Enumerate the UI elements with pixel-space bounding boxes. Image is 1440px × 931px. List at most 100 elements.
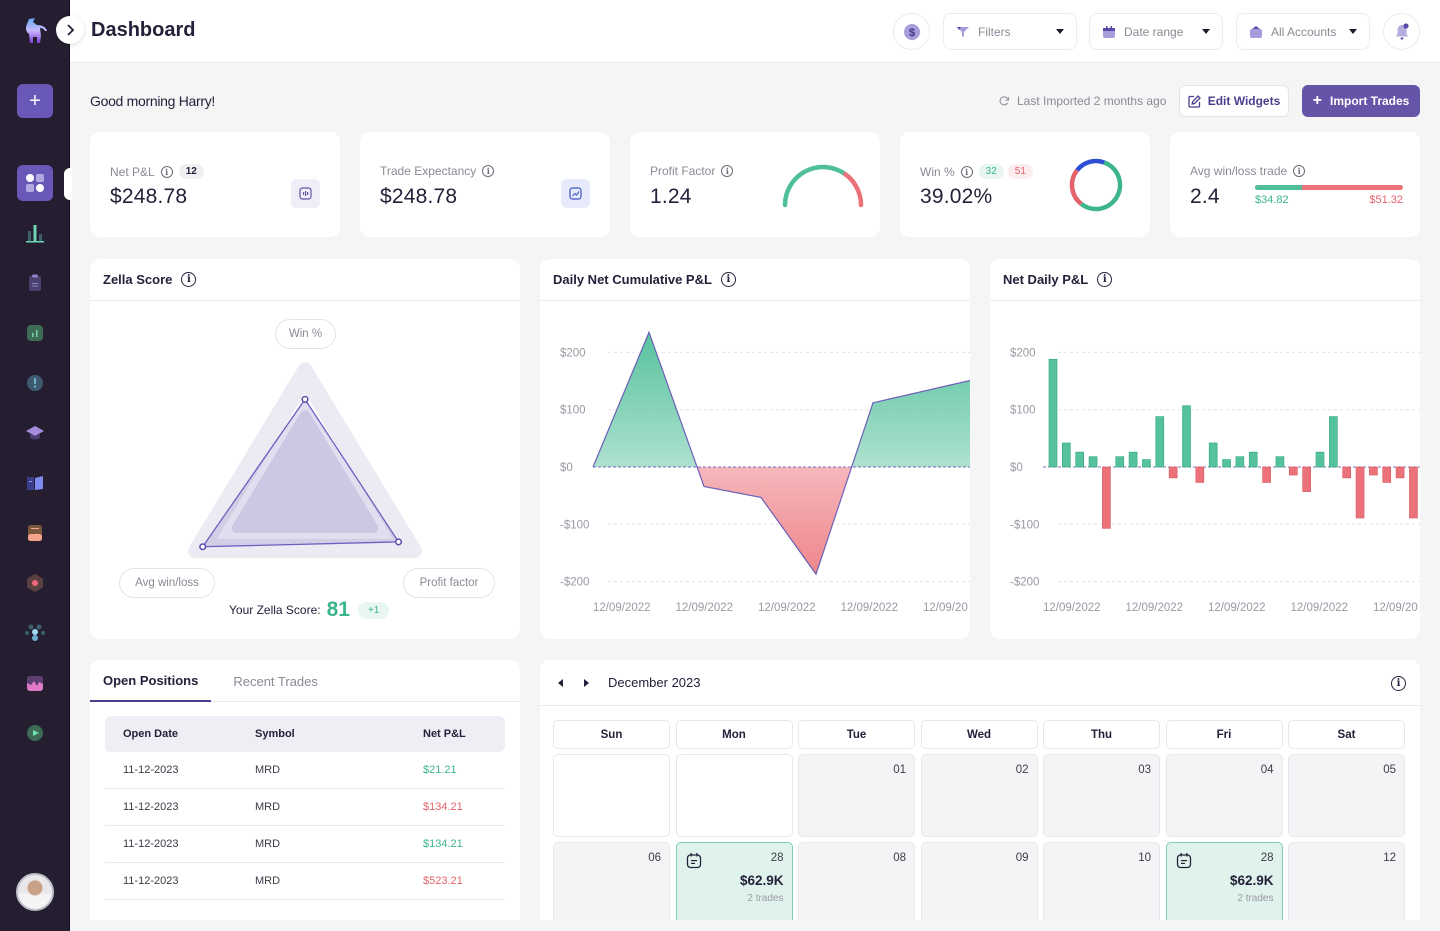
grid-icon <box>26 174 44 192</box>
currency-button[interactable]: $ <box>893 13 930 50</box>
y-tick-label: -$100 <box>560 519 589 531</box>
table-row[interactable]: 11-12-2023 MRD $134.21 <box>105 826 505 863</box>
column-symbol[interactable]: Symbol <box>255 728 405 740</box>
bar-4[interactable] <box>1102 466 1111 529</box>
bar-19[interactable] <box>1302 466 1311 492</box>
sidebar-item-dashboard[interactable] <box>17 165 53 201</box>
bar-11[interactable] <box>1195 466 1205 483</box>
sidebar-item-university[interactable] <box>17 415 53 451</box>
bar-9[interactable] <box>1168 466 1178 479</box>
bar-12[interactable] <box>1208 442 1218 468</box>
bar-27[interactable] <box>1409 466 1418 519</box>
prev-month-button[interactable] <box>558 678 563 687</box>
cell-net-pnl: $134.21 <box>423 801 463 813</box>
sidebar-item-journal[interactable] <box>17 265 53 301</box>
bar-25[interactable] <box>1382 466 1392 483</box>
journal-note-icon[interactable] <box>686 852 702 869</box>
calendar-day[interactable]: 03 <box>1043 754 1160 837</box>
y-tick-label: $100 <box>1010 405 1036 417</box>
info-icon[interactable]: i <box>721 165 734 177</box>
chart-square-icon <box>27 325 43 341</box>
calendar-day[interactable]: 06 <box>553 842 670 920</box>
bar-17[interactable] <box>1275 456 1285 468</box>
info-icon[interactable]: i <box>1293 165 1306 177</box>
calendar-day[interactable]: 04 <box>1165 754 1283 837</box>
column-net-pnl[interactable]: Net P&L <box>405 728 505 740</box>
calendar-day[interactable]: 05 <box>1288 754 1405 837</box>
bar-22[interactable] <box>1342 466 1352 479</box>
table-header: Open Date Symbol Net P&L <box>105 716 505 752</box>
sidebar-item-backtesting[interactable] <box>17 665 53 701</box>
info-icon[interactable]: i <box>181 272 197 287</box>
cell-open-date: 11-12-2023 <box>123 838 179 850</box>
bar-16[interactable] <box>1262 466 1271 483</box>
bar-26[interactable] <box>1395 466 1405 479</box>
bar-14[interactable] <box>1235 456 1245 468</box>
bar-2[interactable] <box>1075 451 1084 468</box>
bar-7[interactable] <box>1142 459 1151 468</box>
calendar-day-with-trades[interactable]: 28 $62.9K 2 trades <box>675 842 793 920</box>
calendar-day[interactable]: 08 <box>798 842 915 920</box>
bar-5[interactable] <box>1115 456 1125 468</box>
table-row[interactable]: 11-12-2023 MRD $134.21 <box>105 789 505 826</box>
column-open-date[interactable]: Open Date <box>105 728 255 740</box>
weekday-header: Fri <box>1165 720 1283 749</box>
sidebar-item-community[interactable] <box>17 615 53 651</box>
date-range-dropdown[interactable]: Date range <box>1089 13 1223 50</box>
bar-6[interactable] <box>1128 451 1138 468</box>
x-tick-label: 12/09/2022 <box>1126 602 1184 614</box>
table-row[interactable]: 11-12-2023 MRD $523.21 <box>105 863 505 900</box>
next-month-button[interactable] <box>584 678 589 687</box>
table-row[interactable]: 11-12-2023 MRD $21.21 <box>105 752 505 789</box>
import-trades-label: Import Trades <box>1329 94 1410 108</box>
app-logo[interactable] <box>20 16 50 46</box>
tab-open-positions[interactable]: Open Positions <box>90 660 212 702</box>
calendar-grid: Sun Mon Tue Wed Thu Fri Sat 01 02 03 04 05 06 28 $62.9… <box>553 720 1405 920</box>
profit-factor-label-row: Profit Factor i <box>650 164 734 178</box>
sidebar-item-record[interactable] <box>17 565 53 601</box>
bar-3[interactable] <box>1088 456 1098 468</box>
bar-24[interactable] <box>1369 466 1378 476</box>
bar-0[interactable] <box>1048 358 1058 468</box>
bar-18[interactable] <box>1288 466 1298 476</box>
cell-symbol: MRD <box>255 875 281 887</box>
bar-20[interactable] <box>1315 451 1325 468</box>
calendar-day-with-trades[interactable]: 28 $62.9K 2 trades <box>1165 842 1283 920</box>
sidebar: + <box>0 0 72 931</box>
info-icon[interactable]: i <box>960 165 973 178</box>
avg-win-loss-label: Avg win/loss trade <box>1190 164 1288 178</box>
edit-widgets-button[interactable]: Edit Widgets <box>1179 85 1289 117</box>
filters-dropdown[interactable]: Filters <box>943 13 1077 50</box>
import-trades-button[interactable]: + Import Trades <box>1302 85 1420 117</box>
trade-expectancy-icon-box <box>561 179 590 208</box>
notifications-button[interactable] <box>1383 13 1420 50</box>
sidebar-item-playbook[interactable] <box>17 465 53 501</box>
sidebar-item-reports[interactable] <box>17 215 53 251</box>
user-avatar[interactable] <box>16 873 54 911</box>
calendar-day[interactable]: 10 <box>1043 842 1160 920</box>
bar-10[interactable] <box>1182 405 1191 468</box>
journal-note-icon[interactable] <box>1176 852 1192 869</box>
sidebar-item-mentor[interactable] <box>17 715 53 751</box>
sidebar-toggle-button[interactable] <box>56 16 84 44</box>
bar-15[interactable] <box>1248 451 1258 468</box>
bar-23[interactable] <box>1355 466 1365 519</box>
add-trade-button[interactable]: + <box>17 84 53 118</box>
bar-1[interactable] <box>1062 442 1071 468</box>
info-icon[interactable]: i <box>1391 676 1406 691</box>
calendar-day[interactable]: 09 <box>920 842 1038 920</box>
info-icon[interactable]: i <box>482 165 495 177</box>
sidebar-item-analytics[interactable] <box>17 315 53 351</box>
radar-point-avg <box>199 543 207 551</box>
bar-21[interactable] <box>1329 416 1338 468</box>
bar-13[interactable] <box>1222 459 1231 468</box>
calendar-day[interactable]: 02 <box>920 754 1038 837</box>
bar-8[interactable] <box>1155 416 1165 468</box>
info-icon[interactable]: i <box>160 165 173 178</box>
calendar-day[interactable]: 01 <box>798 754 915 837</box>
tab-recent-trades[interactable]: Recent Trades <box>220 660 331 702</box>
sidebar-item-alerts[interactable] <box>17 365 53 401</box>
sidebar-item-notebook[interactable] <box>17 515 53 551</box>
accounts-dropdown[interactable]: All Accounts <box>1236 13 1370 50</box>
calendar-day[interactable]: 12 <box>1288 842 1405 920</box>
